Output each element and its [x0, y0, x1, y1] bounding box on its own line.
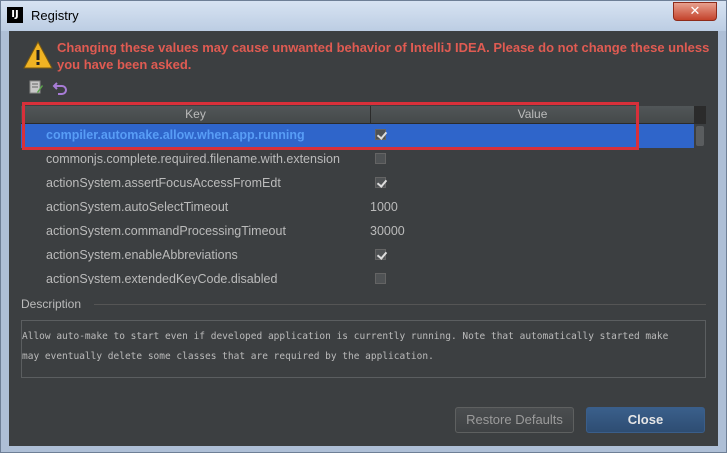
table-header: Key Value — [21, 106, 694, 124]
warning-triangle-icon — [23, 41, 53, 69]
column-header-key[interactable]: Key — [21, 107, 370, 121]
table-row[interactable]: compiler.automake.allow.when.app.running — [21, 124, 694, 148]
title-bar: IJ Registry ✕ — [1, 1, 726, 31]
registry-key: commonjs.complete.required.filename.with… — [46, 152, 340, 166]
description-text: Allow auto-make to start even if develop… — [22, 331, 669, 362]
window-close-button[interactable]: ✕ — [673, 2, 717, 21]
close-button[interactable]: Close — [586, 407, 705, 433]
column-header-value[interactable]: Value — [371, 107, 694, 121]
description-box: Allow auto-make to start even if develop… — [21, 320, 706, 378]
value-checkbox[interactable] — [375, 249, 386, 260]
registry-value[interactable]: 1000 — [370, 200, 398, 214]
restore-defaults-button[interactable]: Restore Defaults — [455, 407, 574, 433]
table-row[interactable]: actionSystem.enableAbbreviations — [21, 244, 694, 268]
table-scrollbar[interactable] — [694, 124, 706, 284]
registry-key: compiler.automake.allow.when.app.running — [46, 128, 305, 142]
registry-key: actionSystem.autoSelectTimeout — [46, 200, 229, 214]
registry-table: Key Value compiler.automake.allow.when.a… — [21, 106, 706, 284]
warning-message: Changing these values may cause unwanted… — [57, 40, 710, 72]
value-checkbox[interactable] — [375, 273, 386, 284]
table-row[interactable]: commonjs.complete.required.filename.with… — [21, 148, 694, 172]
table-row[interactable]: actionSystem.autoSelectTimeout 1000 — [21, 196, 694, 220]
registry-key: actionSystem.extendedKeyCode.disabled — [46, 272, 278, 284]
table-row[interactable]: actionSystem.assertFocusAccessFromEdt — [21, 172, 694, 196]
undo-icon[interactable] — [52, 79, 68, 95]
description-label: Description — [21, 297, 82, 311]
dialog-content: Changing these values may cause unwanted… — [9, 31, 718, 446]
registry-key: actionSystem.commandProcessingTimeout — [46, 224, 286, 238]
registry-key: actionSystem.assertFocusAccessFromEdt — [46, 176, 281, 190]
registry-window: IJ Registry ✕ Changing these values may … — [0, 0, 727, 453]
scrollbar-thumb[interactable] — [696, 126, 704, 146]
table-row[interactable]: actionSystem.extendedKeyCode.disabled — [21, 268, 694, 284]
description-divider — [94, 304, 706, 305]
value-checkbox[interactable] — [375, 153, 386, 164]
value-checkbox[interactable] — [375, 177, 386, 188]
intellij-app-icon: IJ — [7, 7, 23, 23]
table-row[interactable]: actionSystem.commandProcessingTimeout 300… — [21, 220, 694, 244]
registry-value[interactable]: 30000 — [370, 224, 405, 238]
window-title: Registry — [31, 8, 79, 23]
value-checkbox[interactable] — [375, 129, 386, 140]
edit-icon[interactable] — [28, 79, 44, 95]
registry-key: actionSystem.enableAbbreviations — [46, 248, 238, 262]
